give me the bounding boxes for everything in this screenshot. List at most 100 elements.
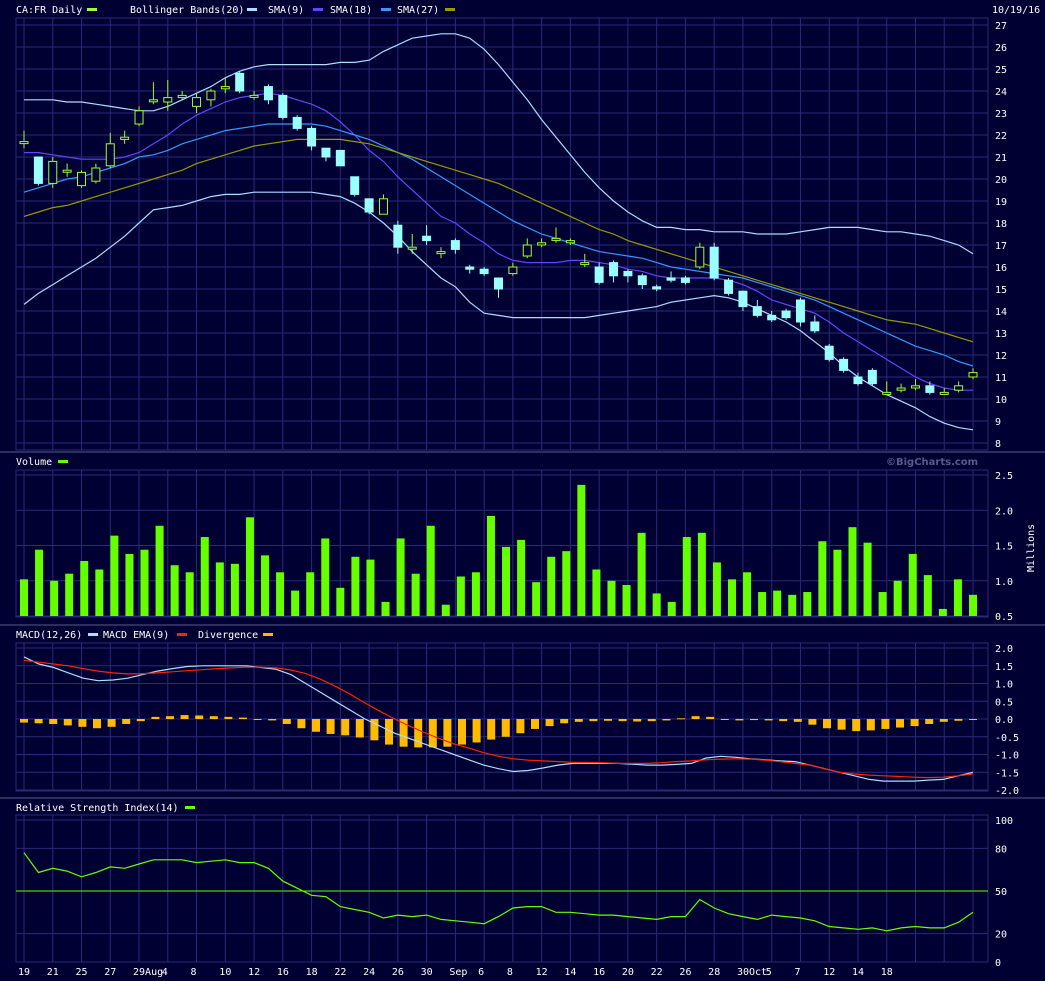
candle-down [364,198,374,213]
candle-up [551,237,561,241]
volume-bar [351,556,360,616]
y-tick-label: 100 [995,816,1013,827]
candle-down [752,306,762,316]
volume-bar [35,549,44,616]
y-tick-label: 24 [995,87,1007,98]
divergence-bar [969,719,977,720]
volume-bar [140,549,149,616]
y-tick-label: 0.5 [995,612,1013,623]
volume-bar [652,593,661,616]
divergence-bar [93,719,101,729]
price-title: CA:FR Daily [16,5,82,16]
divergence-bar [735,719,744,721]
volume-bar [697,532,706,616]
candle-down [609,262,619,277]
divergence-bar [750,719,758,721]
y-tick-label: 19 [995,197,1007,208]
volume-bar [953,579,962,616]
candle-up [910,385,920,389]
divergence-bar [166,716,174,719]
candle-down [709,246,719,279]
candle-down [925,385,935,393]
divergence-bar [122,719,131,724]
y-tick-label: 8 [995,439,1001,450]
volume-bar [306,572,315,616]
volume-bar [50,580,59,616]
volume-bar [848,527,857,616]
candle-up [206,90,216,101]
divergence-bar [852,719,861,732]
volume-bar [773,590,782,616]
rsi-legend-swatch [185,806,195,809]
divergence-bar [151,716,160,719]
candle-down [867,369,877,385]
volume-bar [125,553,134,616]
y-tick-label: 1.0 [995,577,1013,588]
volume-bar [607,580,616,616]
divergence-bar [355,719,364,738]
volume-bar [381,601,390,616]
volume-bar [667,601,676,616]
volume-bar [366,559,375,616]
volume-bar [65,573,74,616]
macd-ema-legend-label: MACD EMA(9) [103,630,169,641]
volume-bar [230,563,239,616]
divergence-bar [209,716,218,719]
y-tick-label: 10 [995,395,1007,406]
x-tick-label: 20 [622,967,634,978]
volume-bar [95,569,104,616]
candle-down [666,277,676,281]
candle-down [278,94,288,118]
volume-bar [245,517,254,616]
x-tick-label: 30 [421,967,433,978]
x-tick-label: 22 [334,967,346,978]
x-tick-label: 10 [219,967,231,978]
volume-bar [411,573,420,616]
divergence-bar [837,719,846,730]
y-tick-label: -1.5 [995,768,1019,779]
divergence-bar [20,719,28,723]
divergence-bar [487,719,496,740]
candle-down [824,345,834,360]
x-tick-label: 27 [104,967,116,978]
candle-down [479,268,489,275]
candle-up [19,141,29,145]
volume-bar [200,537,209,616]
candle-up [249,94,259,98]
candle-down [321,147,331,158]
candle-up [896,387,906,391]
divergence-bar [341,719,350,736]
x-axis-labels: 19 21 25 27 29Aug4 8 10 12 16 18 22 24 26 30 Sep 6 8 12 14… [18,967,893,978]
x-tick-label: 8 [191,967,197,978]
macd-title: MACD(12,26) [16,630,82,641]
x-tick-label: 16 [277,967,289,978]
y-tick-label: 2.5 [995,471,1013,482]
legend-sma18-swatch [381,8,391,11]
x-tick-label: 25 [76,967,88,978]
divergence-bar [604,719,612,721]
candle-down [781,310,791,319]
y-tick-label: 16 [995,263,1007,274]
divergence-bar [107,719,116,727]
divergence-bar [224,716,233,719]
y-tick-label: 21 [995,153,1007,164]
divergence-bar [560,719,569,724]
volume-bar [471,572,480,616]
volume-bar [803,592,812,616]
volume-bar [215,562,224,616]
volume-bar [155,525,164,616]
macd-ema-legend-swatch [177,633,187,636]
x-tick-label: 26 [392,967,404,978]
candle-down [637,275,647,286]
y-tick-label: 27 [995,21,1007,32]
divergence-bar [458,719,466,745]
watermark: ©BigCharts.com [886,457,978,468]
divergence-bar [808,719,817,725]
volume-bar [456,576,465,616]
volume-bar [502,546,511,616]
divergence-bar [312,719,320,732]
y-tick-label: 22 [995,131,1007,142]
divergence-bar [720,719,729,720]
legend-bollinger-swatch [247,8,257,11]
volume-bar [938,608,947,616]
